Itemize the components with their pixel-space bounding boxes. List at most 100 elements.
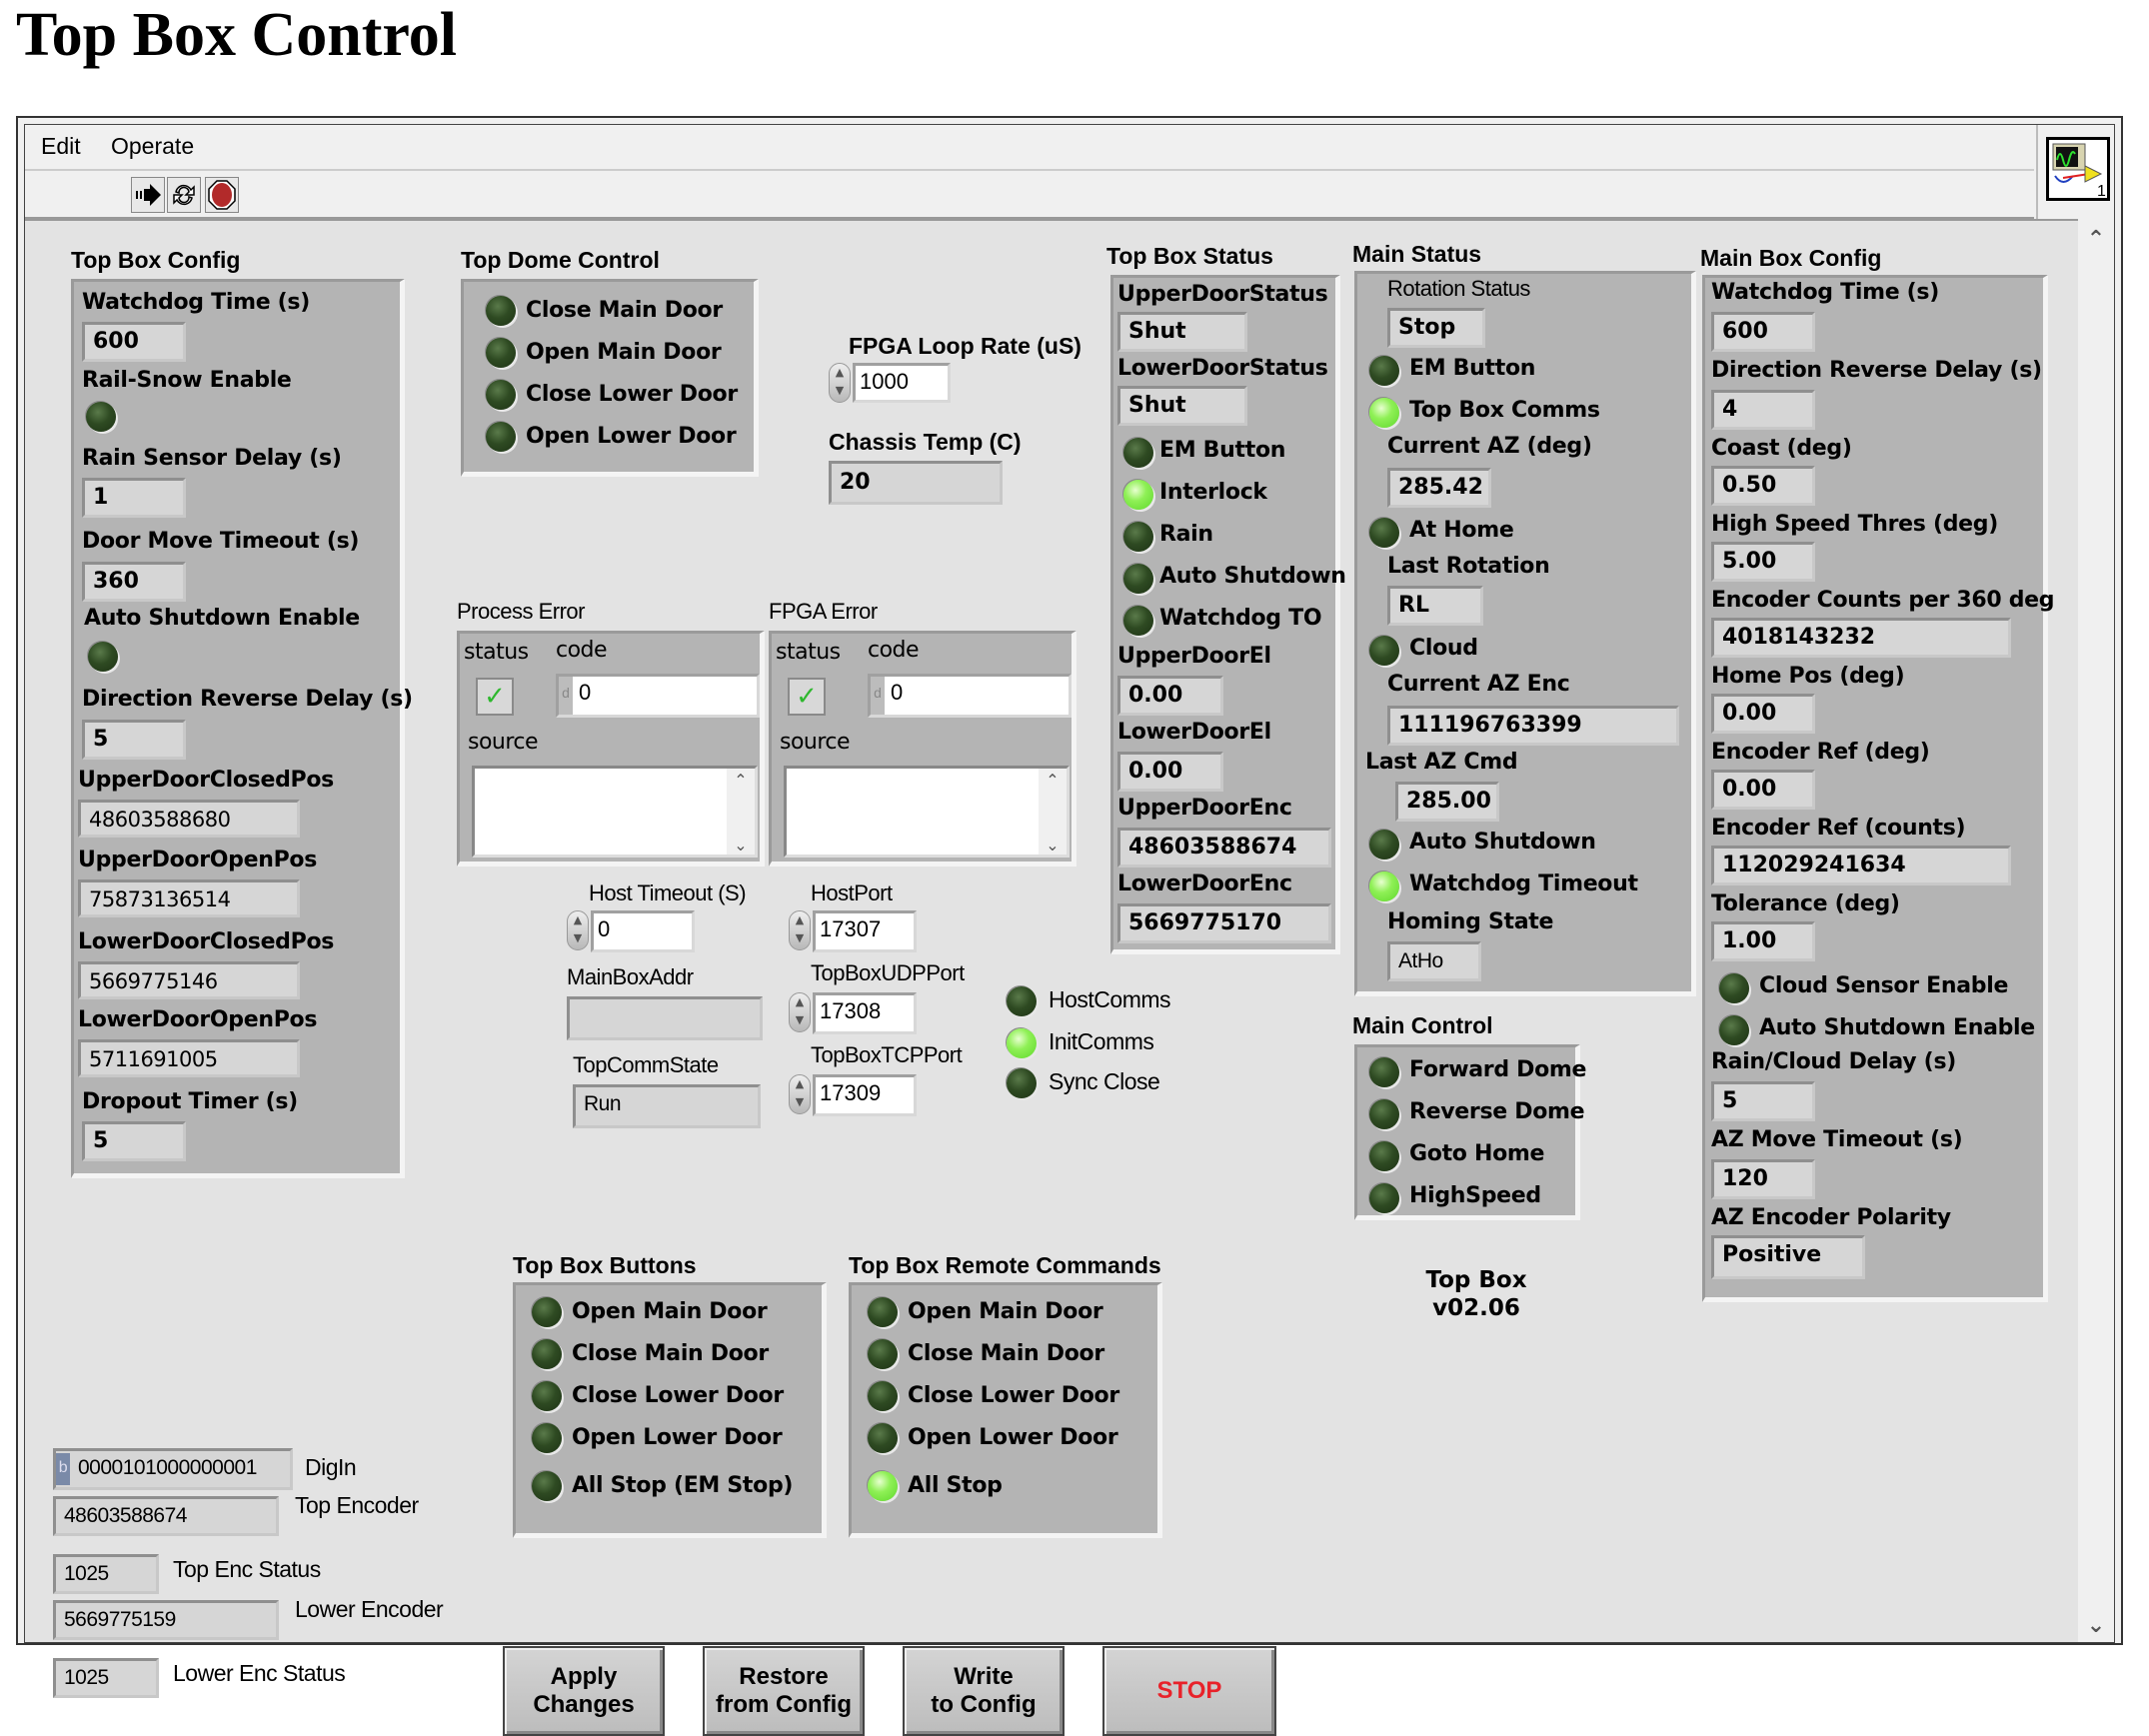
write-to-config-button[interactable]: Write to Config — [903, 1646, 1065, 1736]
tbs-lower-el-label: LowerDoorEl — [1117, 720, 1271, 745]
menu-edit[interactable]: Edit — [41, 133, 81, 160]
fpga-loop-rate-spinner[interactable]: ▲ ▼ — [829, 363, 851, 403]
host-port-spinner[interactable]: ▲ ▼ — [789, 910, 811, 950]
mbc-cloud-enable-led[interactable] — [1719, 973, 1749, 1003]
top-box-buttons-cluster: Open Main Door Close Main Door Close Low… — [513, 1282, 827, 1538]
fe-code-value: 0 — [891, 680, 904, 705]
host-timeout-spinner[interactable]: ▲ ▼ — [567, 910, 589, 950]
tcp-port-input[interactable]: 17309 — [813, 1074, 917, 1116]
tbb-label-1: Close Main Door — [572, 1341, 769, 1366]
tbc-dropout-label: Dropout Timer (s) — [82, 1089, 298, 1114]
mbc-coast-field[interactable]: 0.50 — [1711, 466, 1815, 506]
fe-source-scrollbar[interactable]: ⌃ ⌄ — [1039, 769, 1067, 855]
tdc-led-3[interactable] — [486, 422, 516, 452]
tbs-watchdog-label: Watchdog TO — [1159, 606, 1322, 631]
tbc-upper-closed-label: UpperDoorClosedPos — [78, 768, 334, 793]
mbc-rain-cloud-field[interactable]: 5 — [1711, 1081, 1815, 1121]
scroll-down-icon[interactable]: ⌄ — [2078, 1613, 2114, 1638]
fpga-loop-rate-input[interactable]: 1000 — [853, 363, 951, 403]
menu-operate[interactable]: Operate — [111, 133, 194, 160]
run-continuously-icon — [173, 184, 195, 206]
tdc-led-1[interactable] — [486, 338, 516, 368]
version-line2: v02.06 — [1432, 1295, 1520, 1321]
tdc-label-3: Open Lower Door — [526, 424, 737, 449]
tbc-rail-snow-led[interactable] — [86, 402, 116, 432]
tbc-dir-rev-field[interactable]: 5 — [82, 720, 186, 760]
run-button[interactable] — [131, 177, 165, 213]
mc-led-2[interactable] — [1369, 1141, 1399, 1171]
ms-comms-led — [1369, 398, 1399, 428]
mbc-enc-ref-counts-field[interactable]: 112029241634 — [1711, 846, 2011, 885]
tbc-dropout-field[interactable]: 5 — [82, 1121, 186, 1161]
top-box-status-cluster: UpperDoorStatus Shut LowerDoorStatus Shu… — [1110, 275, 1346, 954]
tbc-upper-closed-field[interactable]: 48603588680 — [78, 800, 300, 838]
ms-em-button-label: EM Button — [1409, 356, 1536, 381]
restore-from-config-button[interactable]: Restore from Config — [703, 1646, 865, 1736]
mbc-tolerance-field[interactable]: 1.00 — [1711, 921, 1815, 961]
ms-current-az-label: Current AZ (deg) — [1387, 434, 1592, 459]
vi-icon[interactable]: 1 — [2046, 137, 2110, 201]
fe-code-radix: d — [871, 677, 885, 715]
pe-source-scrollbar[interactable]: ⌃ ⌄ — [727, 769, 755, 855]
host-port-input[interactable]: 17307 — [813, 910, 917, 952]
pe-scroll-up-icon[interactable]: ⌃ — [727, 771, 755, 790]
mc-label-1: Reverse Dome — [1409, 1099, 1585, 1124]
vertical-scrollbar[interactable]: ⌃ ⌄ — [2077, 219, 2114, 1642]
host-timeout-input[interactable]: 0 — [591, 910, 695, 952]
mc-led-0[interactable] — [1369, 1057, 1399, 1087]
mbc-polarity-field[interactable]: Positive — [1711, 1235, 1865, 1279]
tbr-led-0[interactable] — [868, 1297, 898, 1327]
pe-code-field: d0 — [556, 674, 760, 718]
tbc-lower-open-field[interactable]: 5711691005 — [78, 1039, 300, 1077]
tdc-label-0: Close Main Door — [526, 298, 723, 323]
tdc-led-2[interactable] — [486, 380, 516, 410]
oscilloscope-vi-icon: 1 — [2052, 143, 2106, 200]
mbc-auto-shutdown-led[interactable] — [1719, 1015, 1749, 1045]
tbc-door-timeout-field[interactable]: 360 — [82, 562, 186, 602]
pe-status-label: status — [464, 640, 529, 665]
tbc-auto-shutdown-led[interactable] — [88, 642, 118, 672]
udp-port-spinner[interactable]: ▲ ▼ — [789, 992, 811, 1032]
tbr-led-2[interactable] — [868, 1381, 898, 1411]
mbc-hs-thres-field[interactable]: 5.00 — [1711, 542, 1815, 582]
mbc-az-timeout-field[interactable]: 120 — [1711, 1159, 1815, 1199]
tbc-watchdog-field[interactable]: 600 — [82, 322, 186, 362]
run-arrow-icon — [136, 184, 161, 206]
tbr-led-4[interactable] — [868, 1471, 898, 1501]
mbc-watchdog-field[interactable]: 600 — [1711, 312, 1815, 352]
tdc-led-0[interactable] — [486, 296, 516, 326]
tbs-upper-enc-field: 48603588674 — [1117, 828, 1331, 868]
abort-button[interactable] — [205, 177, 239, 213]
comm-state-label: TopCommState — [573, 1052, 719, 1077]
mbc-home-pos-field[interactable]: 0.00 — [1711, 694, 1815, 734]
mbc-rain-cloud-label: Rain/Cloud Delay (s) — [1711, 1049, 1956, 1074]
apply-changes-button[interactable]: Apply Changes — [503, 1646, 665, 1736]
pe-source-field[interactable]: ⌃ ⌄ — [472, 766, 758, 858]
mc-label-3: HighSpeed — [1409, 1183, 1541, 1208]
tbs-upper-status-field: Shut — [1117, 312, 1247, 352]
tbr-label-0: Open Main Door — [908, 1299, 1103, 1324]
udp-port-input[interactable]: 17308 — [813, 992, 917, 1034]
fe-source-field[interactable]: ⌃ ⌄ — [784, 766, 1070, 858]
mbc-enc-counts-label: Encoder Counts per 360 deg — [1711, 588, 2055, 613]
fe-scroll-down-icon[interactable]: ⌄ — [1039, 836, 1067, 855]
mbc-dir-rev-field[interactable]: 4 — [1711, 390, 1815, 430]
mbc-enc-ref-deg-field[interactable]: 0.00 — [1711, 770, 1815, 810]
scroll-up-icon[interactable]: ⌃ — [2078, 227, 2114, 252]
pe-scroll-down-icon[interactable]: ⌄ — [727, 836, 755, 855]
process-error-title: Process Error — [457, 599, 585, 624]
tbc-rain-delay-field[interactable]: 1 — [82, 478, 186, 518]
mbc-enc-counts-field[interactable]: 4018143232 — [1711, 618, 2011, 658]
digin-radix: b — [56, 1453, 70, 1485]
fe-scroll-up-icon[interactable]: ⌃ — [1039, 771, 1067, 790]
tbc-lower-closed-field[interactable]: 5669775146 — [78, 961, 300, 999]
stop-button[interactable]: STOP — [1102, 1646, 1276, 1736]
run-continuously-button[interactable] — [167, 177, 201, 213]
tbc-upper-open-field[interactable]: 75873136514 — [78, 879, 300, 917]
tbr-led-3[interactable] — [868, 1423, 898, 1453]
mc-led-1[interactable] — [1369, 1099, 1399, 1129]
pe-code-value: 0 — [579, 680, 592, 705]
tbr-led-1[interactable] — [868, 1339, 898, 1369]
mc-led-3[interactable] — [1369, 1183, 1399, 1213]
tcp-port-spinner[interactable]: ▲ ▼ — [789, 1074, 811, 1114]
